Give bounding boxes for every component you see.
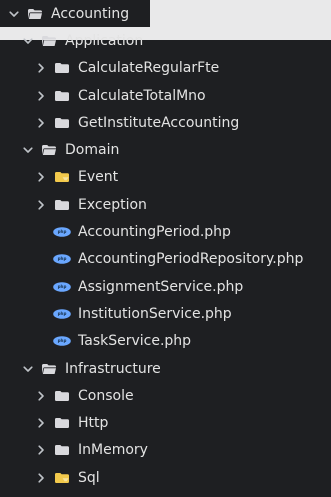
tree-row-accounting[interactable]: Accounting xyxy=(0,0,150,28)
folder-open-icon xyxy=(41,144,57,156)
svg-text:php: php xyxy=(58,257,67,262)
tree-row-application[interactable]: Application xyxy=(0,27,331,54)
php-file-icon: php xyxy=(52,226,72,238)
chevron-down-icon[interactable] xyxy=(22,144,34,156)
tree-label-http: Http xyxy=(78,415,109,432)
php-file-icon: php xyxy=(52,335,72,347)
folder-closed-icon xyxy=(54,117,70,129)
tree-row-inmemory[interactable]: InMemory xyxy=(0,437,331,464)
chevron-right-icon[interactable] xyxy=(35,117,47,129)
tree-label-getinstituteaccounting: GetInstituteAccounting xyxy=(78,114,240,131)
php-file-icon: php xyxy=(52,281,72,293)
chevron-right-icon[interactable] xyxy=(35,171,47,183)
tree-label-infrastructure: Infrastructure xyxy=(65,360,161,377)
svg-text:php: php xyxy=(58,311,67,316)
tree-label-calculateregularfte: CalculateRegularFte xyxy=(78,60,220,77)
chevron-right-icon[interactable] xyxy=(35,390,47,402)
tree-row-domain[interactable]: Domain xyxy=(0,136,331,163)
tree-row-taskservice-php[interactable]: php TaskService.php xyxy=(0,328,331,355)
tree-label-inmemory: InMemory xyxy=(78,442,148,459)
tree-row-console[interactable]: Console xyxy=(0,382,331,409)
tree-row-calculateregularfte[interactable]: CalculateRegularFte xyxy=(0,55,331,82)
tree-label-taskservice-php: TaskService.php xyxy=(78,333,192,350)
tree-row-institutionservice-php[interactable]: php InstitutionService.php xyxy=(0,300,331,327)
tree-label-application: Application xyxy=(65,32,144,49)
tree-label-exception: Exception xyxy=(78,196,147,213)
tree-label-accountingperiod-php: AccountingPeriod.php xyxy=(78,224,231,241)
chevron-right-icon[interactable] xyxy=(35,62,47,74)
tree-label-accounting: Accounting xyxy=(51,5,130,22)
chevron-down-icon[interactable] xyxy=(22,363,34,375)
tree-row-accountingperiodrepository-php[interactable]: php AccountingPeriodRepository.php xyxy=(0,246,331,273)
tree-label-event: Event xyxy=(78,169,119,186)
svg-text:php: php xyxy=(58,284,67,289)
chevron-down-icon[interactable] xyxy=(22,35,34,47)
folder-closed-icon xyxy=(54,90,70,102)
chevron-right-icon[interactable] xyxy=(35,444,47,456)
tree-row-accountingperiod-php[interactable]: php AccountingPeriod.php xyxy=(0,218,331,245)
tree-row-assignmentservice-php[interactable]: php AssignmentService.php xyxy=(0,273,331,300)
php-file-icon: php xyxy=(52,308,72,320)
folder-closed-icon xyxy=(54,444,70,456)
tree-label-calculatetotalmno: CalculateTotalMno xyxy=(78,87,206,104)
folder-open-icon xyxy=(41,35,57,47)
tree-label-institutionservice-php: InstitutionService.php xyxy=(78,305,232,322)
folder-closed-icon xyxy=(54,390,70,402)
folder-special-icon xyxy=(54,171,70,183)
tree-label-assignmentservice-php: AssignmentService.php xyxy=(78,278,244,295)
folder-open-icon xyxy=(41,363,57,375)
tree-row-getinstituteaccounting[interactable]: GetInstituteAccounting xyxy=(0,109,331,136)
chevron-right-icon[interactable] xyxy=(35,417,47,429)
folder-closed-icon xyxy=(54,417,70,429)
tree-label-console: Console xyxy=(78,387,134,404)
tree-label-domain: Domain xyxy=(65,142,120,159)
tree-row-http[interactable]: Http xyxy=(0,409,331,436)
tree-row-exception[interactable]: Exception xyxy=(0,191,331,218)
tree-label-sql: Sql xyxy=(78,469,100,486)
chevron-right-icon[interactable] xyxy=(35,199,47,211)
chevron-down-icon[interactable] xyxy=(8,8,20,20)
folder-closed-icon xyxy=(54,199,70,211)
project-tree: Accounting Application CalculateRegularF… xyxy=(0,0,331,491)
tree-row-sql[interactable]: Sql xyxy=(0,464,331,491)
folder-closed-icon xyxy=(54,62,70,74)
php-file-icon: php xyxy=(52,253,72,265)
chevron-right-icon[interactable] xyxy=(35,472,47,484)
svg-text:php: php xyxy=(58,229,67,234)
svg-text:php: php xyxy=(58,338,67,343)
tree-row-calculatetotalmno[interactable]: CalculateTotalMno xyxy=(0,82,331,109)
tree-label-accountingperiodrepository-php: AccountingPeriodRepository.php xyxy=(78,251,304,268)
tree-row-event[interactable]: Event xyxy=(0,164,331,191)
tree-row-infrastructure[interactable]: Infrastructure xyxy=(0,355,331,382)
folder-special-icon xyxy=(54,472,70,484)
folder-open-icon xyxy=(27,8,43,20)
chevron-right-icon[interactable] xyxy=(35,90,47,102)
